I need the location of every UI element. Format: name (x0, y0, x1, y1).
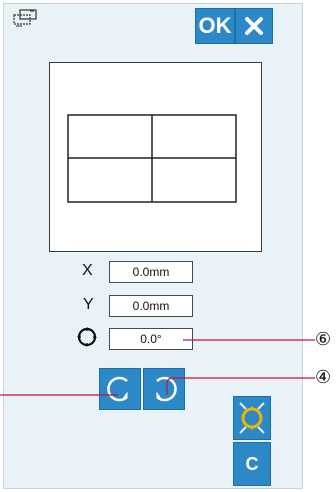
callout-lines (0, 339, 315, 396)
callout-4: ④ (315, 367, 332, 387)
callout-6: ⑥ (315, 329, 332, 349)
